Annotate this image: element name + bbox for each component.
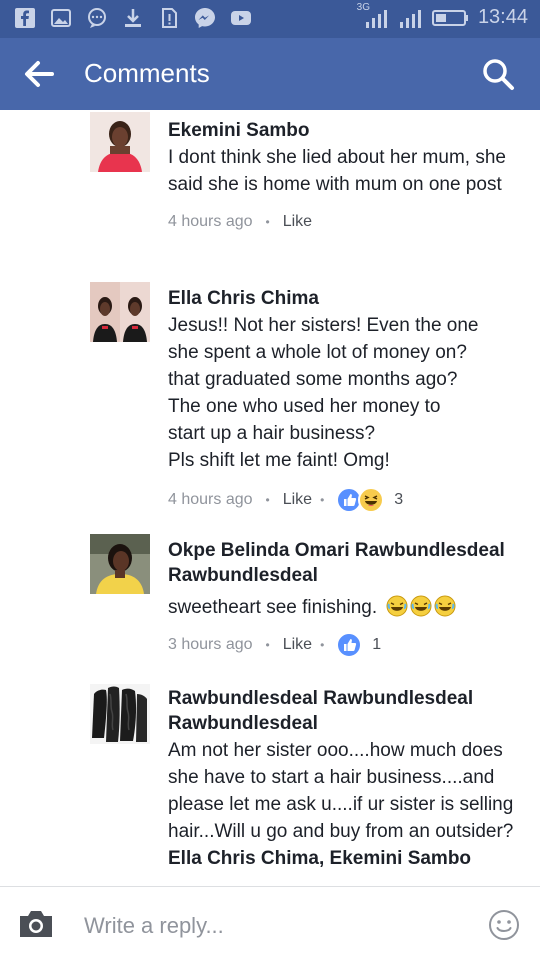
separator-dot: • (320, 493, 325, 507)
facebook-icon (14, 7, 36, 29)
notification-icons (14, 7, 252, 29)
laughing-emoji-icon (386, 595, 456, 618)
page-title: Comments (84, 58, 210, 88)
avatar[interactable] (90, 684, 150, 744)
chat-bubble-icon (86, 7, 108, 29)
emoji-button[interactable] (488, 909, 520, 941)
messenger-icon (194, 7, 216, 29)
reaction-count: 1 (372, 636, 382, 653)
separator-dot: • (265, 493, 270, 507)
comment-author[interactable]: Ekemini Sambo (168, 118, 518, 143)
comment-body: Rawbundlesdeal Rawbundlesdeal Rawbundles… (168, 686, 518, 872)
separator-dot: • (320, 638, 325, 652)
system-indicators: 13:44 (364, 6, 528, 29)
like-button[interactable]: Like (283, 491, 312, 509)
battery-icon (431, 9, 468, 26)
mentioned-users[interactable]: Ella Chris Chima, Ekemini Sambo (168, 848, 471, 869)
comment-line: The one who used her money to (168, 396, 441, 417)
back-button[interactable] (22, 58, 56, 90)
comment-line: Jesus!! Not her sisters! Even the one (168, 315, 479, 336)
search-button[interactable] (480, 56, 516, 92)
reaction-count: 3 (394, 491, 404, 508)
separator-dot: • (265, 638, 270, 652)
like-button[interactable]: Like (283, 636, 312, 654)
camera-icon (20, 911, 52, 937)
comment-body: Okpe Belinda Omari Rawbundlesdeal Rawbun… (168, 538, 518, 658)
avatar[interactable] (90, 282, 150, 342)
reactions-summary[interactable]: 3 (336, 487, 403, 513)
separator-dot: • (265, 215, 270, 229)
like-reaction-icon (336, 632, 363, 658)
arrow-left-icon (25, 61, 54, 87)
download-icon (122, 7, 144, 29)
reply-bar (0, 886, 540, 960)
reply-input[interactable] (84, 911, 464, 941)
comment-line: Pls shift let me faint! Omg! (168, 450, 390, 471)
like-button[interactable]: Like (283, 213, 312, 231)
avatar[interactable] (90, 534, 150, 594)
comment-text: sweetheart see finishing. (168, 594, 518, 621)
comment-line: she spent a whole lot of money on? (168, 342, 467, 363)
comment-body: Ekemini Sambo I dont think she lied abou… (168, 118, 518, 234)
comment-meta: 3 hours ago • Like • 1 (168, 632, 518, 658)
comment-meta: 4 hours ago • Like • 3 (168, 487, 518, 513)
youtube-icon (230, 7, 252, 29)
comment-line: that graduated some months ago? (168, 369, 458, 390)
avatar[interactable] (90, 112, 150, 172)
comment-body: Ella Chris Chima Jesus!! Not her sisters… (168, 286, 518, 513)
clock: 13:44 (477, 6, 528, 28)
signal-icon (365, 9, 387, 28)
comment-time: 3 hours ago (168, 636, 253, 653)
comments-list[interactable]: Ekemini Sambo I dont think she lied abou… (0, 110, 540, 886)
comment-text-content: sweetheart see finishing. (168, 597, 378, 618)
comment-time: 4 hours ago (168, 213, 253, 230)
comment-line: start up a hair business? (168, 423, 376, 444)
gallery-icon (50, 7, 72, 29)
comment-author[interactable]: Okpe Belinda Omari Rawbundlesdeal Rawbun… (168, 538, 518, 588)
alert-icon (158, 7, 180, 29)
search-icon (483, 59, 514, 90)
signal-icon-2 (399, 9, 421, 28)
haha-reaction-icon (358, 487, 385, 513)
comment-text-content: Am not her sister ooo....how much does s… (168, 740, 514, 842)
app-bar: Comments (0, 38, 540, 110)
camera-button[interactable] (17, 909, 55, 939)
comment-time: 4 hours ago (168, 491, 253, 508)
comment-text: I dont think she lied about her mum, she… (168, 147, 506, 195)
reactions-summary[interactable]: 1 (336, 632, 381, 658)
comment-author[interactable]: Rawbundlesdeal Rawbundlesdeal Rawbundles… (168, 686, 518, 736)
comment-text: Am not her sister ooo....how much does s… (168, 737, 518, 872)
comment-author[interactable]: Ella Chris Chima (168, 286, 518, 311)
comment-text: Jesus!! Not her sisters! Even the one sh… (168, 312, 518, 474)
comment-meta: 4 hours ago • Like (168, 210, 518, 234)
status-bar: 3G 13:44 (0, 0, 540, 38)
smiley-icon (489, 910, 519, 940)
